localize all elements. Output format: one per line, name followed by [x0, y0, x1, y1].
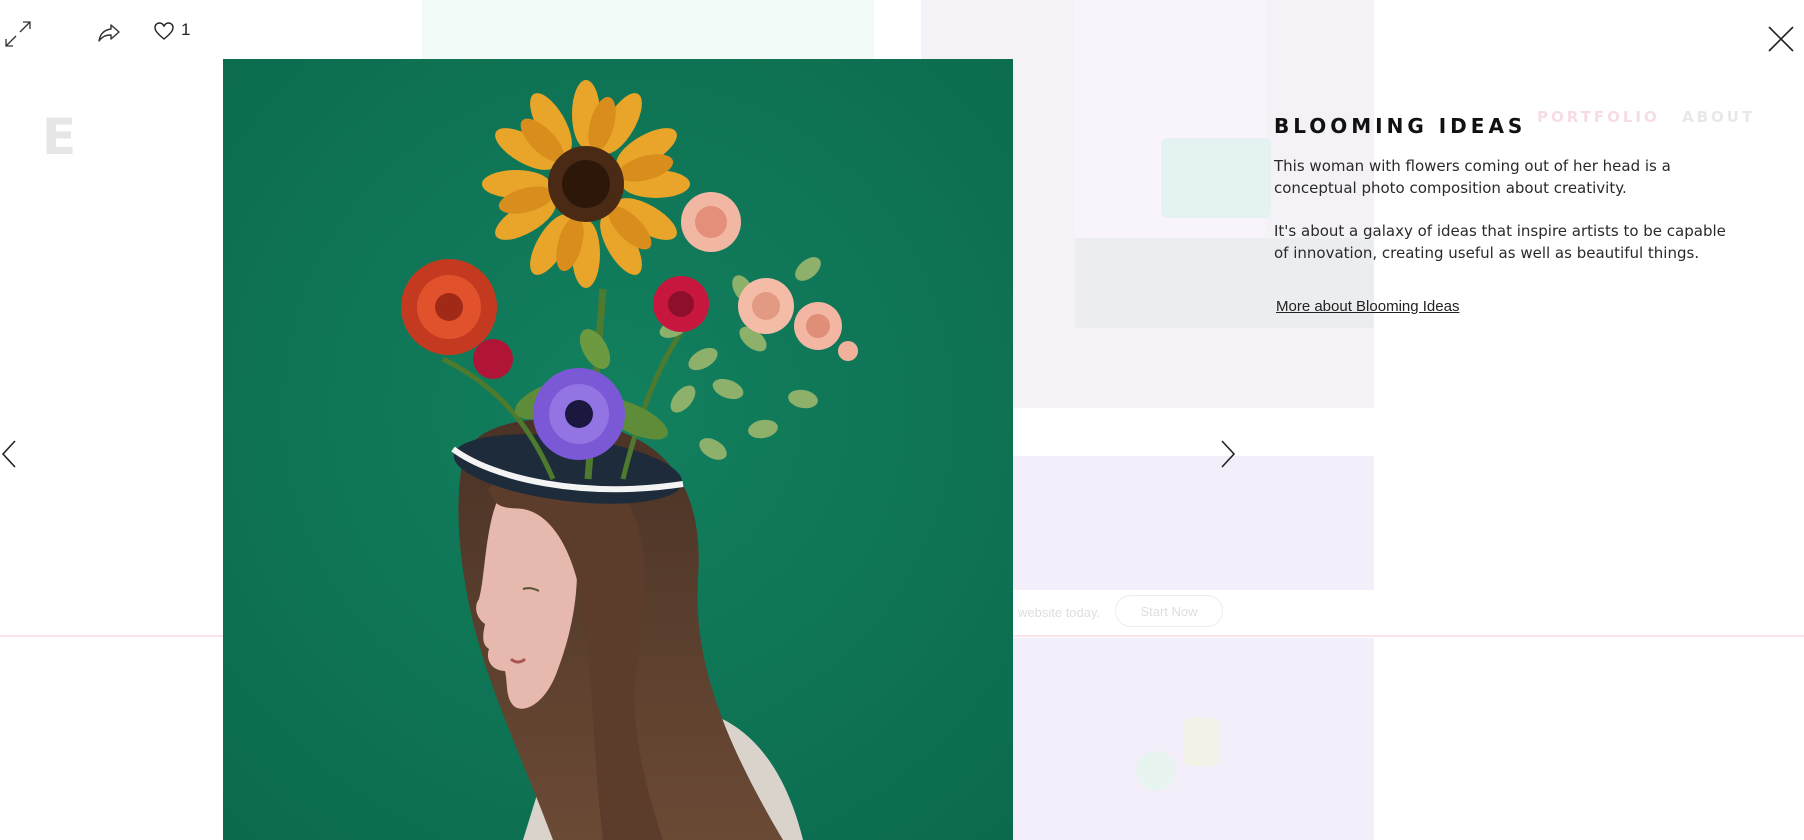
nav-about: ABOUT — [1682, 108, 1756, 126]
next-arrow-icon[interactable] — [1218, 440, 1238, 468]
bg-tile-left — [422, 0, 874, 59]
expand-arrows-icon[interactable] — [4, 20, 32, 48]
description-paragraph-1: This woman with flowers coming out of he… — [1274, 157, 1671, 197]
like-count: 1 — [181, 20, 191, 39]
banner-text: website today. — [1018, 605, 1101, 620]
more-about-link[interactable]: More about Blooming Ideas — [1276, 298, 1459, 315]
description-paragraph-2: It's about a galaxy of ideas that inspir… — [1274, 222, 1726, 262]
artwork-image — [223, 59, 1013, 840]
heart-icon[interactable] — [153, 21, 175, 41]
close-x-icon[interactable] — [1767, 25, 1795, 53]
site-logo: E — [42, 108, 79, 166]
previous-arrow-icon[interactable] — [0, 440, 20, 468]
banner-start-button: Start Now — [1115, 595, 1223, 627]
nav-portfolio: PORTFOLIO — [1537, 108, 1660, 126]
project-title: BLOOMING IDEAS — [1274, 114, 1527, 138]
share-icon[interactable] — [97, 21, 121, 45]
